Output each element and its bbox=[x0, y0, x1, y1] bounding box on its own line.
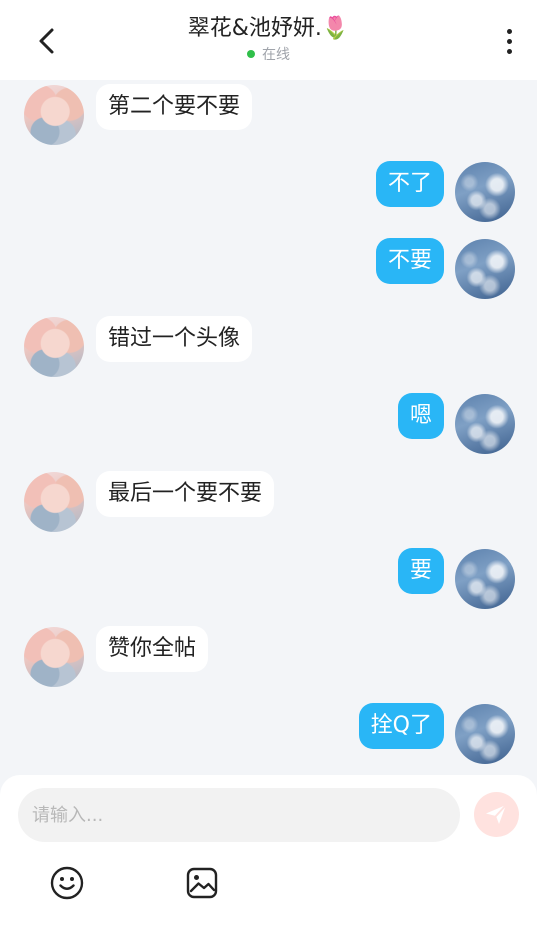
message-bubble[interactable]: 最后一个要不要 bbox=[96, 471, 275, 517]
image-icon bbox=[186, 867, 218, 899]
message-row-left: 赞你全帖 bbox=[0, 625, 537, 687]
chat-title-area: 翠花&池妤妍.🌷 在线 bbox=[0, 14, 537, 64]
message-row-right: 不了 bbox=[0, 160, 537, 222]
send-icon bbox=[486, 804, 507, 824]
user-avatar[interactable] bbox=[455, 162, 515, 222]
online-dot-icon bbox=[247, 50, 255, 58]
chat-header: 翠花&池妤妍.🌷 在线 bbox=[0, 0, 537, 80]
user-avatar[interactable] bbox=[455, 704, 515, 764]
contact-avatar[interactable] bbox=[24, 85, 84, 145]
user-avatar[interactable] bbox=[455, 239, 515, 299]
message-composer bbox=[0, 775, 537, 931]
status-text: 在线 bbox=[262, 47, 290, 63]
message-bubble[interactable]: 不了 bbox=[375, 161, 444, 207]
message-bubble[interactable]: 赞你全帖 bbox=[96, 626, 209, 672]
contact-avatar[interactable] bbox=[24, 317, 84, 377]
message-row-right: 不要 bbox=[0, 237, 537, 299]
message-bubble[interactable]: 要 bbox=[397, 548, 444, 594]
emoji-button[interactable] bbox=[48, 864, 86, 902]
message-bubble[interactable]: 拴Q了 bbox=[358, 703, 444, 749]
message-row-right: 要 bbox=[0, 547, 537, 609]
message-row-right: 嗯 bbox=[0, 392, 537, 454]
message-row-right: 拴Q了 bbox=[0, 702, 537, 764]
message-row-left: 错过一个头像 bbox=[0, 315, 537, 377]
message-bubble[interactable]: 错过一个头像 bbox=[96, 316, 253, 362]
message-list[interactable]: 第二个要不要 不了 不要 错过一个头像 嗯 最后一个要不要 要 赞你全帖 拴Q了 bbox=[0, 80, 537, 775]
contact-avatar[interactable] bbox=[24, 627, 84, 687]
emoji-icon bbox=[50, 866, 84, 900]
more-vertical-icon bbox=[506, 29, 512, 34]
message-row-left: 第二个要不要 bbox=[0, 83, 537, 145]
message-row-left: 最后一个要不要 bbox=[0, 470, 537, 532]
message-input[interactable] bbox=[18, 788, 460, 842]
message-bubble[interactable]: 第二个要不要 bbox=[96, 84, 253, 130]
user-avatar[interactable] bbox=[455, 549, 515, 609]
chat-title: 翠花&池妤妍.🌷 bbox=[187, 16, 350, 41]
more-options-button[interactable] bbox=[497, 26, 521, 62]
message-bubble[interactable]: 不要 bbox=[375, 238, 444, 284]
message-bubble[interactable]: 嗯 bbox=[397, 393, 444, 439]
contact-avatar[interactable] bbox=[24, 472, 84, 532]
user-avatar[interactable] bbox=[455, 394, 515, 454]
image-button[interactable] bbox=[183, 864, 221, 902]
online-status: 在线 bbox=[0, 46, 537, 64]
send-button[interactable] bbox=[474, 792, 519, 837]
